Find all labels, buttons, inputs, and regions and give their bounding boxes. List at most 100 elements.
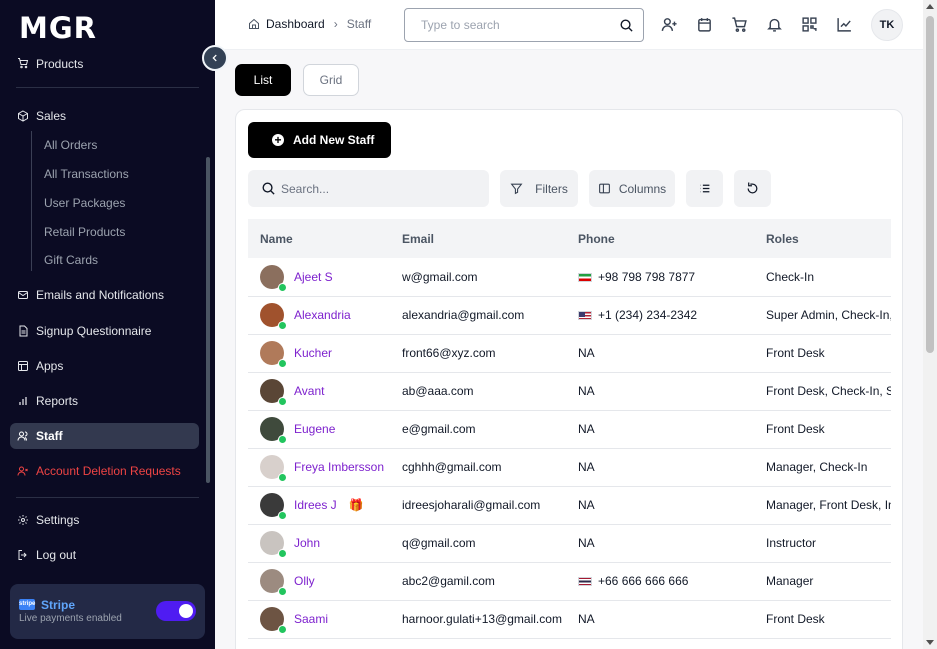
column-header-email[interactable]: Email xyxy=(390,219,566,258)
app-logo: MGR xyxy=(19,11,97,45)
add-user-icon[interactable] xyxy=(661,16,678,33)
global-search xyxy=(404,8,644,42)
sidebar-item-label: Account Deletion Requests xyxy=(36,464,181,478)
online-status-dot xyxy=(278,549,287,558)
sidebar-subitem-user-packages[interactable]: User Packages xyxy=(44,196,125,210)
cell-phone: NA xyxy=(566,486,754,524)
filter-icon xyxy=(510,183,523,195)
sidebar-item-logout[interactable]: Log out xyxy=(10,542,199,568)
user-x-icon xyxy=(17,466,28,476)
cell-roles: Front Desk xyxy=(766,422,825,436)
sidebar-item-signup-questionnaire[interactable]: Signup Questionnaire xyxy=(10,318,199,344)
sidebar-item-label: Products xyxy=(36,57,84,71)
cell-email: harnoor.gulati+13@gmail.com xyxy=(402,612,562,626)
tab-grid[interactable]: Grid xyxy=(303,64,359,96)
sidebar-item-staff[interactable]: Staff xyxy=(10,423,199,449)
staff-name-link[interactable]: Avant xyxy=(294,384,324,398)
stripe-logo-icon: stripe xyxy=(19,599,35,610)
scroll-down-arrow[interactable] xyxy=(926,640,934,645)
refresh-button[interactable] xyxy=(734,170,771,207)
density-button[interactable] xyxy=(686,170,723,207)
table-row[interactable]: Ajeet S w@gmail.com +98 798 798 7877 Che… xyxy=(248,258,891,296)
column-header-phone[interactable]: Phone xyxy=(566,219,754,258)
tab-list[interactable]: List xyxy=(235,64,291,96)
sidebar-item-apps[interactable]: Apps xyxy=(10,353,199,379)
breadcrumb: Dashboard › Staff xyxy=(248,17,371,31)
staff-name-link[interactable]: Ajeet S xyxy=(294,270,333,284)
staff-name-link[interactable]: Freya Imbersson xyxy=(294,460,384,474)
calendar-icon[interactable] xyxy=(696,16,713,33)
sidebar-collapse-button[interactable] xyxy=(202,45,228,71)
column-header-name[interactable]: Name xyxy=(248,219,390,258)
flag-icon xyxy=(578,311,592,321)
staff-table: Name Email Phone Roles Ajeet S w@gmail.c… xyxy=(248,219,891,649)
sidebar-divider xyxy=(16,87,199,88)
user-avatar[interactable]: TK xyxy=(871,9,903,41)
staff-name-link[interactable]: Olly xyxy=(294,574,315,588)
qr-code-icon[interactable] xyxy=(801,16,818,33)
trending-icon[interactable] xyxy=(836,16,853,33)
table-row[interactable]: Avant ab@aaa.com NA Front Desk, Check-In… xyxy=(248,372,891,410)
sidebar-item-reports[interactable]: Reports xyxy=(10,388,199,414)
cell-name: Eugene xyxy=(248,410,390,448)
staff-name-link[interactable]: Kucher xyxy=(294,346,332,360)
plus-circle-icon: + xyxy=(272,134,284,146)
staff-name-link[interactable]: Idrees J xyxy=(294,498,337,512)
add-staff-button[interactable]: + Add New Staff xyxy=(248,122,391,158)
staff-search-input[interactable] xyxy=(281,170,481,207)
staff-name-link[interactable]: Alexandria xyxy=(294,308,351,322)
table-row[interactable]: Kucher front66@xyz.com NA Front Desk xyxy=(248,334,891,372)
sidebar-item-label: Sales xyxy=(36,109,67,123)
table-row[interactable]: Olly abc2@gamil.com +66 666 666 666 Mana… xyxy=(248,562,891,600)
stripe-title: Stripe xyxy=(41,598,76,612)
cell-phone: NA xyxy=(566,524,754,562)
sidebar: MGR Products Sales All Orders All Transa… xyxy=(0,0,215,649)
sidebar-scrollbar[interactable] xyxy=(206,157,210,483)
staff-name-link[interactable]: John xyxy=(294,536,320,550)
staff-panel: + Add New Staff Filters Columns Name Ema… xyxy=(235,109,903,649)
cell-phone: +98 798 798 7877 xyxy=(566,258,754,296)
avatar xyxy=(260,493,287,520)
global-search-input[interactable] xyxy=(405,9,615,41)
stripe-toggle[interactable] xyxy=(156,601,196,621)
table-row[interactable]: Alexandria alexandria@gmail.com +1 (234)… xyxy=(248,296,891,334)
table-row[interactable]: Eugene e@gmail.com NA Front Desk xyxy=(248,410,891,448)
sidebar-subitem-retail-products[interactable]: Retail Products xyxy=(44,225,125,239)
staff-name-link[interactable]: Saami xyxy=(294,612,328,626)
column-header-roles[interactable]: Roles xyxy=(754,219,891,258)
sidebar-item-sales[interactable]: Sales xyxy=(10,103,199,129)
page-scrollbar[interactable] xyxy=(923,0,937,649)
sidebar-subitem-gift-cards[interactable]: Gift Cards xyxy=(44,253,98,267)
cart-icon[interactable] xyxy=(731,16,748,33)
cart-icon xyxy=(18,58,29,69)
filters-button[interactable]: Filters xyxy=(500,170,578,207)
columns-button[interactable]: Columns xyxy=(589,170,675,207)
breadcrumb-dashboard[interactable]: Dashboard xyxy=(266,17,325,31)
avatar xyxy=(260,303,287,330)
staff-name-link[interactable]: Eugene xyxy=(294,422,335,436)
online-status-dot xyxy=(278,511,287,520)
sidebar-item-label: Apps xyxy=(36,359,64,373)
sidebar-subitem-all-transactions[interactable]: All Transactions xyxy=(44,167,129,181)
avatar xyxy=(260,531,287,558)
sidebar-item-products[interactable]: Products xyxy=(10,51,199,75)
columns-label: Columns xyxy=(618,181,667,196)
sidebar-item-settings[interactable]: Settings xyxy=(10,507,199,533)
table-row[interactable]: John q@gmail.com NA Instructor xyxy=(248,524,891,562)
chevron-right-icon: › xyxy=(333,17,338,31)
scroll-up-arrow[interactable] xyxy=(926,4,934,9)
sidebar-subitem-all-orders[interactable]: All Orders xyxy=(44,138,97,152)
table-row[interactable]: Saami harnoor.gulati+13@gmail.com NA Fro… xyxy=(248,600,891,638)
list-icon xyxy=(700,184,710,193)
sidebar-item-account-deletion[interactable]: Account Deletion Requests xyxy=(10,458,199,484)
table-row[interactable]: Freya Imbersson cghhh@gmail.com NA Manag… xyxy=(248,448,891,486)
sidebar-item-emails[interactable]: Emails and Notifications xyxy=(10,282,199,308)
search-icon[interactable] xyxy=(619,18,634,33)
scrollbar-thumb[interactable] xyxy=(926,16,934,353)
bell-icon[interactable] xyxy=(766,16,783,33)
home-icon xyxy=(249,18,259,29)
online-status-dot xyxy=(278,587,287,596)
cell-roles: Front Desk xyxy=(766,612,825,626)
table-row[interactable]: Idrees J 🎁 idreesjoharali@gmail.com NA Ma… xyxy=(248,486,891,524)
cell-phone: NA xyxy=(566,372,754,410)
